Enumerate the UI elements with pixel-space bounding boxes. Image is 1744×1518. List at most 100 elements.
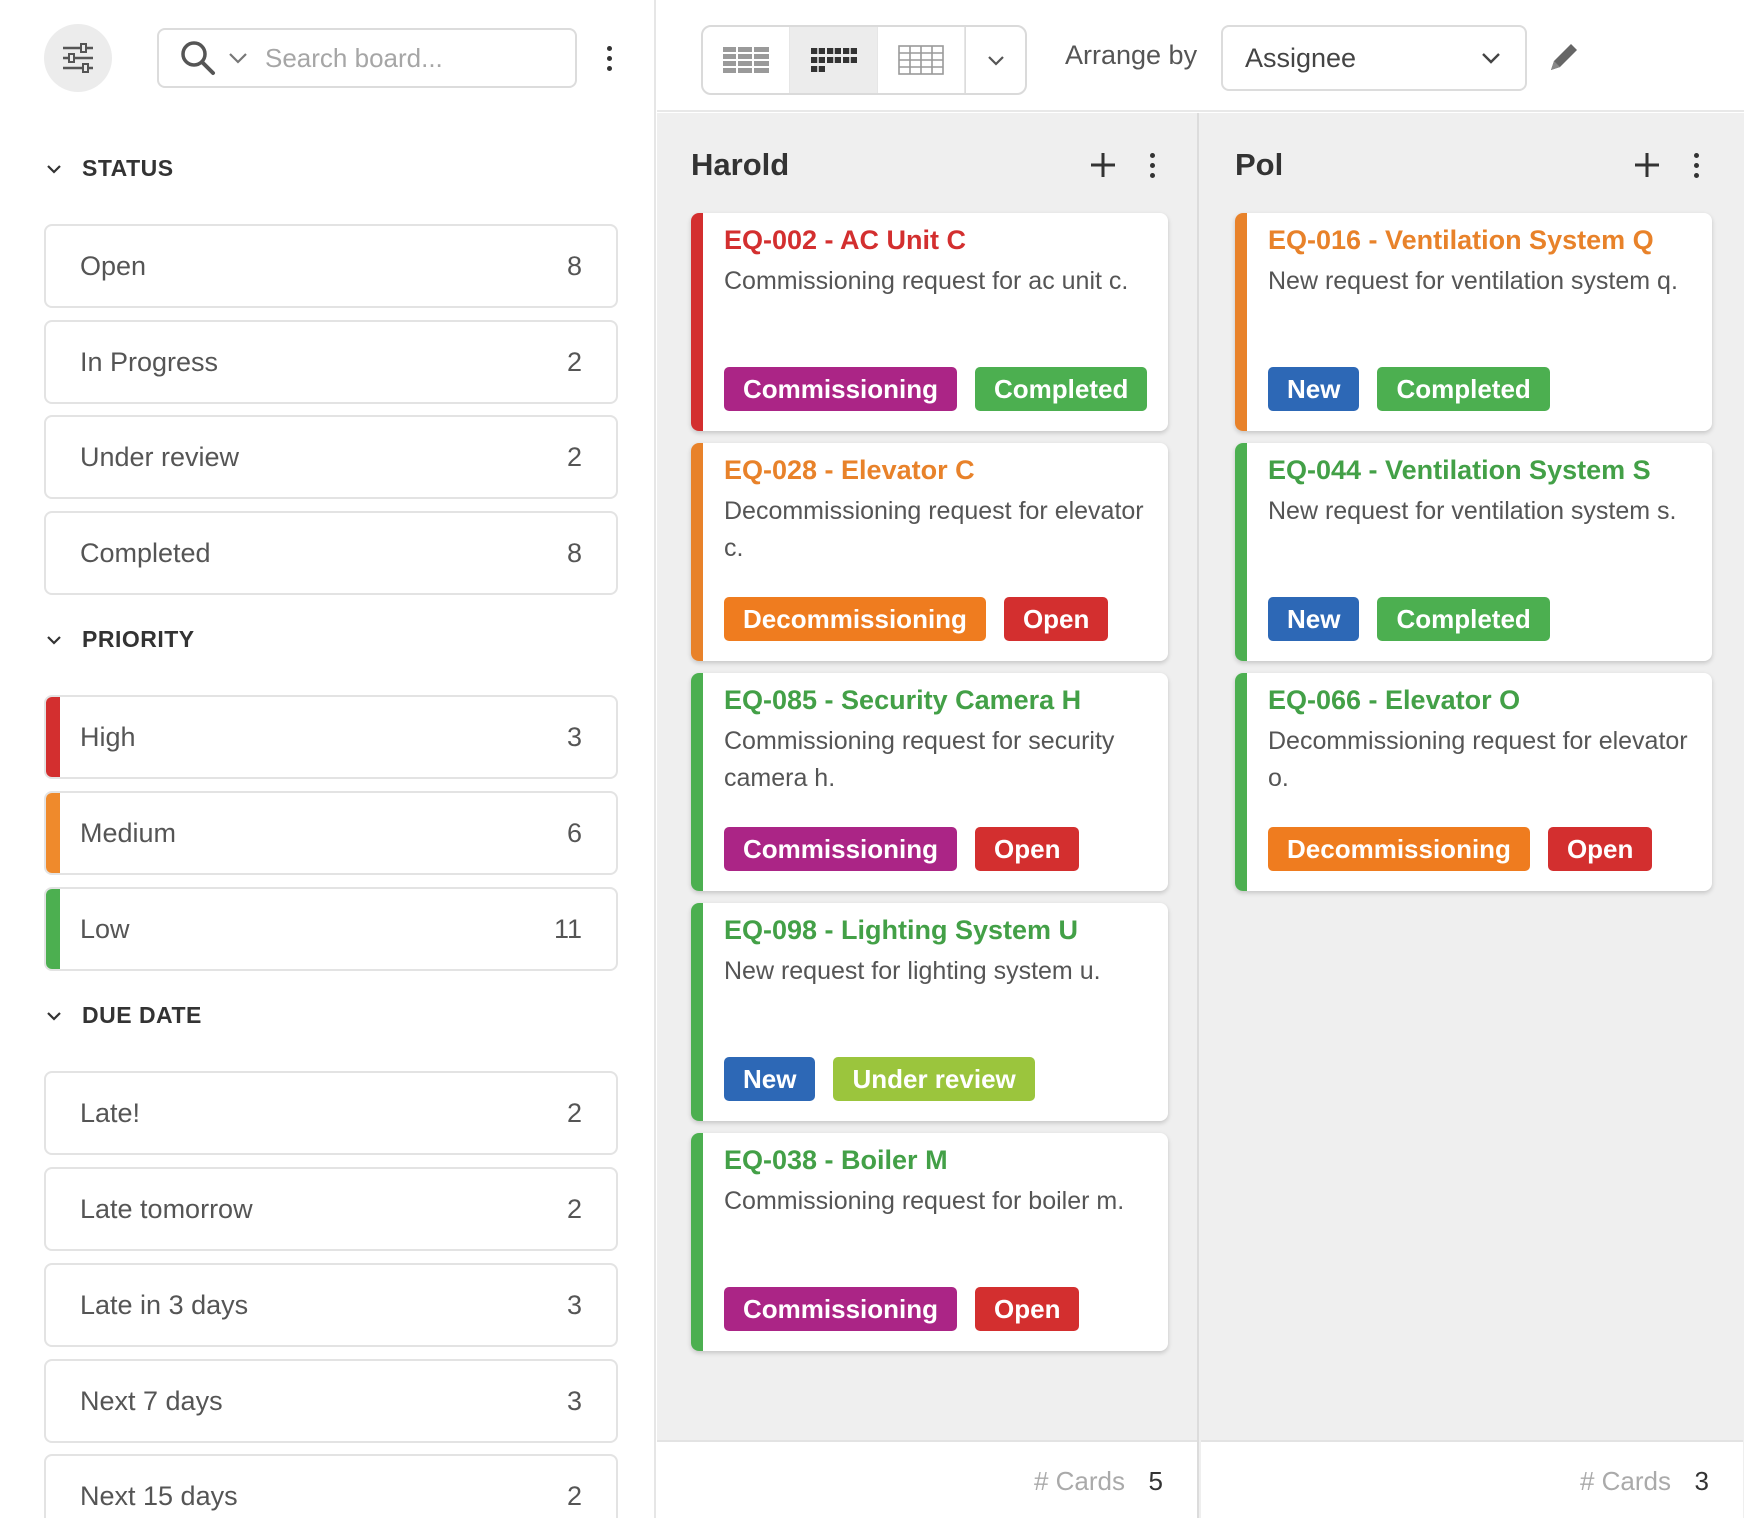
filter-due-late-3-days[interactable]: Late in 3 days 3 [44, 1263, 618, 1347]
filter-label: Late tomorrow [80, 1193, 253, 1224]
card-title: EQ-066 - Elevator O [1268, 685, 1521, 715]
filter-priority-high[interactable]: High 3 [44, 695, 618, 779]
card-description: Commissioning request for ac unit c. [724, 267, 1129, 295]
search-input[interactable] [265, 42, 555, 74]
card[interactable]: EQ-028 - Elevator C Decommissioning requ… [691, 443, 1168, 661]
status-tag: Open [1003, 597, 1109, 641]
type-tag: New [1268, 597, 1360, 641]
filter-count: 8 [566, 250, 582, 281]
kebab-menu-icon[interactable] [594, 38, 624, 78]
table-view-icon[interactable] [703, 27, 791, 93]
priority-section-toggle[interactable]: PRIORITY [44, 626, 195, 653]
view-options-dropdown[interactable] [965, 27, 1025, 93]
type-tag: Commissioning [724, 827, 958, 871]
kebab-menu-icon[interactable] [1681, 145, 1711, 185]
board-view-glyph [810, 48, 857, 72]
search-box[interactable] [157, 28, 577, 88]
filter-count: 2 [566, 1193, 582, 1224]
arrange-by-select[interactable]: Assignee [1221, 25, 1527, 91]
status-tag: Open [975, 827, 1080, 871]
filter-sidebar: STATUS Open 8 In Progress 2 Under review… [0, 0, 656, 1518]
card-title: EQ-002 - AC Unit C [724, 225, 967, 255]
column-title: Pol [1235, 147, 1284, 182]
filter-status-under-review[interactable]: Under review 2 [44, 415, 618, 499]
card-title: EQ-098 - Lighting System U [724, 915, 1079, 945]
priority-stripe [691, 673, 703, 891]
kanban-board: Harold EQ-002 - AC Unit C Commissioning … [657, 113, 1744, 1518]
card-description: Commissioning request for security camer… [724, 727, 1115, 792]
status-section-toggle[interactable]: STATUS [44, 155, 174, 182]
filter-label: Late! [80, 1097, 141, 1128]
priority-stripe [691, 443, 703, 661]
section-title: DUE DATE [82, 1002, 202, 1028]
card-title: EQ-028 - Elevator C [724, 455, 975, 485]
card[interactable]: EQ-098 - Lighting System U New request f… [691, 903, 1168, 1121]
arrange-by-label: Arrange by [1065, 40, 1198, 70]
filter-status-completed[interactable]: Completed 8 [44, 511, 618, 595]
section-title: STATUS [82, 155, 174, 181]
card-title: EQ-016 - Ventilation System Q [1268, 225, 1654, 255]
filter-status-open[interactable]: Open 8 [44, 224, 618, 308]
chevron-down-icon[interactable] [225, 45, 251, 71]
chevron-down-icon [987, 56, 1004, 66]
filter-priority-medium[interactable]: Medium 6 [44, 791, 618, 875]
filter-due-late[interactable]: Late! 2 [44, 1071, 618, 1155]
type-tag: New [724, 1057, 816, 1101]
card-description: Decommissioning request for elevator c. [724, 497, 1144, 562]
column-footer: # Cards 5 [657, 1440, 1197, 1518]
section-title: PRIORITY [82, 626, 195, 652]
filter-count: 3 [566, 1289, 582, 1320]
chevron-down-icon [47, 1011, 61, 1021]
table-view-glyph [723, 45, 770, 75]
board-column-harold: Harold EQ-002 - AC Unit C Commissioning … [657, 113, 1199, 1518]
cards-count: 5 [1148, 1466, 1163, 1496]
card[interactable]: EQ-044 - Ventilation System S New reques… [1235, 443, 1712, 661]
filter-due-next-7-days[interactable]: Next 7 days 3 [44, 1359, 618, 1443]
filter-label: High [80, 721, 136, 752]
status-tag: Completed [1377, 367, 1550, 411]
board-column-pol: Pol EQ-016 - Ventilation System Q New re… [1201, 113, 1743, 1518]
priority-stripe [691, 213, 703, 431]
filter-count: 3 [566, 721, 582, 752]
cards-count: 3 [1694, 1466, 1709, 1496]
filter-due-next-15-days[interactable]: Next 15 days 2 [44, 1454, 618, 1518]
status-tag: Completed [975, 367, 1148, 411]
filter-count: 3 [566, 1385, 582, 1416]
filter-label: Next 7 days [80, 1385, 223, 1416]
grid-view-icon[interactable] [878, 27, 966, 93]
pencil-icon[interactable] [1545, 38, 1583, 76]
arrange-by-value: Assignee [1245, 42, 1357, 73]
grid-view-glyph [898, 45, 944, 75]
card[interactable]: EQ-085 - Security Camera H Commissioning… [691, 673, 1168, 891]
type-tag: Decommissioning [724, 597, 986, 641]
card-description: New request for ventilation system s. [1268, 497, 1677, 525]
card[interactable]: EQ-066 - Elevator O Decommissioning requ… [1235, 673, 1712, 891]
column-footer: # Cards 3 [1201, 1440, 1743, 1518]
board-view-icon[interactable] [790, 27, 878, 93]
filter-status-in-progress[interactable]: In Progress 2 [44, 320, 618, 404]
filter-due-late-tomorrow[interactable]: Late tomorrow 2 [44, 1167, 618, 1251]
kebab-menu-icon[interactable] [1137, 145, 1167, 185]
filter-label: Under review [80, 441, 240, 472]
type-tag: New [1268, 367, 1360, 411]
priority-color-bar [46, 697, 60, 777]
priority-color-bar [46, 889, 60, 969]
filter-label: Next 15 days [80, 1480, 238, 1511]
due-date-section-toggle[interactable]: DUE DATE [44, 1002, 202, 1029]
plus-icon[interactable] [1629, 147, 1665, 183]
card[interactable]: EQ-038 - Boiler M Commissioning request … [691, 1133, 1168, 1351]
filter-label: Medium [80, 817, 177, 848]
filter-label: Open [80, 250, 147, 281]
chevron-down-icon [47, 635, 61, 645]
type-tag: Commissioning [724, 1287, 958, 1331]
filter-count: 2 [566, 441, 582, 472]
filter-priority-low[interactable]: Low 11 [44, 887, 618, 971]
search-icon [181, 41, 215, 75]
sliders-icon[interactable] [44, 24, 112, 92]
sliders-glyph [63, 43, 93, 73]
plus-icon[interactable] [1085, 147, 1121, 183]
status-tag: Open [1547, 827, 1653, 871]
card[interactable]: EQ-016 - Ventilation System Q New reques… [1235, 213, 1712, 431]
card[interactable]: EQ-002 - AC Unit C Commissioning request… [691, 213, 1168, 431]
filter-label: Completed [80, 537, 211, 568]
